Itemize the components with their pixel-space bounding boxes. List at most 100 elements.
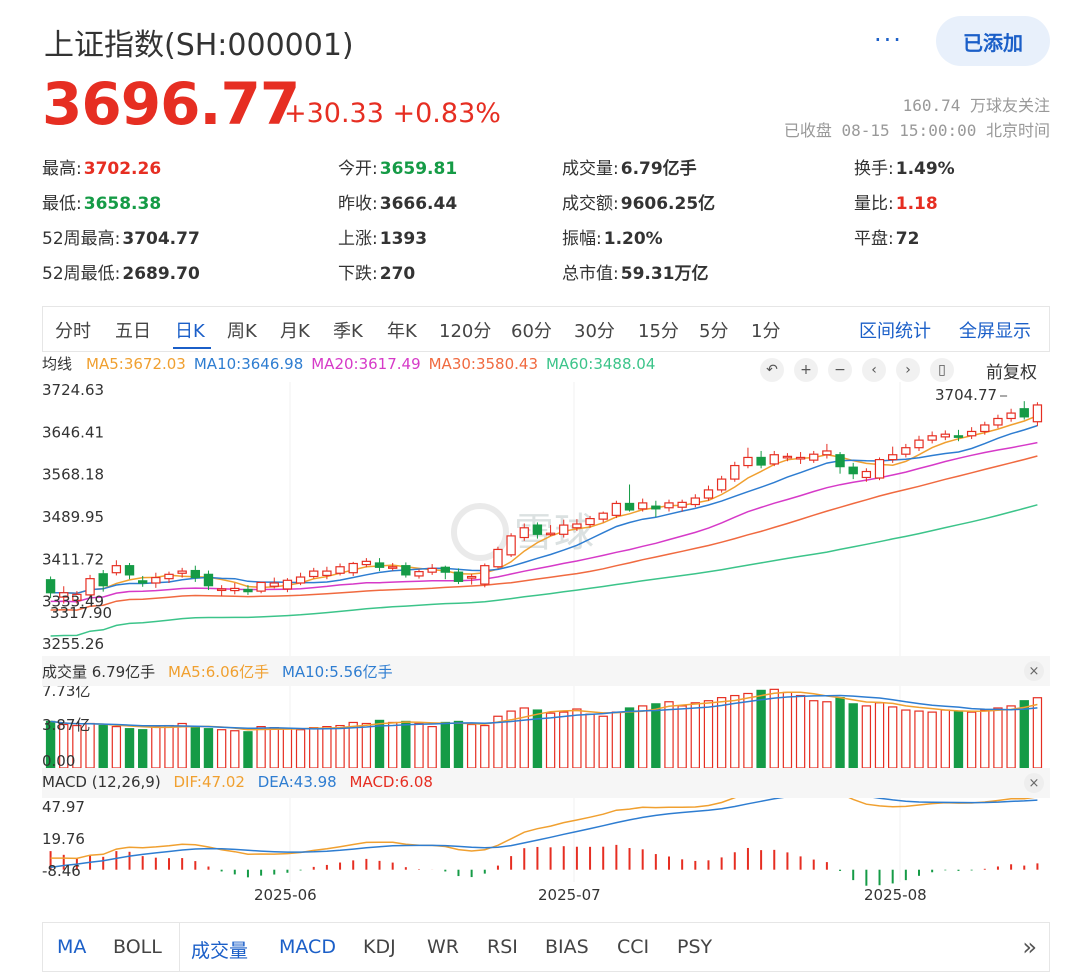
candle-body <box>888 454 898 461</box>
indicator-tab[interactable]: CCI <box>617 936 649 958</box>
volume-bar <box>809 700 819 769</box>
candle-body <box>848 466 858 475</box>
candle-body <box>45 579 56 594</box>
kline-chart[interactable]: 雪球3724.633646.413568.183489.953411.72333… <box>42 382 1050 912</box>
indicator-tab[interactable]: MACD <box>279 936 336 958</box>
added-watchlist-button[interactable]: 已添加 <box>936 16 1050 66</box>
volume-bar <box>822 701 832 769</box>
next-icon[interactable]: › <box>896 358 920 382</box>
tab-period[interactable]: 1分 <box>751 317 780 343</box>
macd-dif: DIF:47.02 <box>173 773 245 791</box>
volume-bar <box>638 705 648 769</box>
stat-label: 昨收: <box>338 194 378 214</box>
ma-legend: 均线 MA5:3672.03 MA10:3646.98 MA20:3617.49 MA3… <box>42 353 663 374</box>
volume-bar <box>151 726 161 769</box>
tab-period[interactable]: 30分 <box>574 317 615 343</box>
tab-period[interactable]: 日K <box>175 317 205 343</box>
volume-bar <box>756 689 766 769</box>
indicator-tab[interactable]: PSY <box>677 936 712 958</box>
candle-body <box>611 502 622 516</box>
indicator-tab[interactable]: WR <box>427 936 459 958</box>
candle-body <box>835 454 845 468</box>
volume-bar <box>769 688 779 769</box>
candle-body <box>309 570 319 578</box>
candle-body <box>480 565 490 585</box>
stat-value: 6.79亿手 <box>620 159 697 179</box>
stat-value: 72 <box>895 229 920 249</box>
fullscreen-button[interactable]: 全屏显示 <box>959 317 1031 343</box>
volume-bar <box>322 726 332 769</box>
period-tabs: 分时 五日 日K 周K 月K 季K 年K 120分 60分 30分 15分 5分 1分 区间统计 全屏显示 <box>42 306 1050 352</box>
candle-body <box>559 524 569 535</box>
volume-bar <box>124 728 135 769</box>
close-volume-icon[interactable]: × <box>1024 661 1044 681</box>
price-tick: 3724.63 <box>42 382 104 399</box>
adjust-mode-button[interactable]: 前复权 <box>986 358 1037 383</box>
volume-bar <box>888 706 898 769</box>
tab-period[interactable]: 五日 <box>115 317 151 343</box>
undo-icon[interactable]: ↶ <box>760 358 784 382</box>
candle-body <box>703 489 714 499</box>
candle-body <box>598 512 608 520</box>
candle-body <box>585 517 595 526</box>
tab-period[interactable]: 月K <box>280 317 310 343</box>
indicator-tab[interactable]: KDJ <box>363 936 396 958</box>
tab-period[interactable]: 5分 <box>699 317 728 343</box>
zoom-out-icon[interactable]: − <box>828 358 852 382</box>
stat-value: 3704.77 <box>122 229 200 249</box>
volume-bar <box>1006 705 1016 769</box>
close-macd-icon[interactable]: × <box>1024 773 1044 793</box>
indicator-tab[interactable]: BOLL <box>113 936 162 958</box>
candle-body <box>243 588 253 593</box>
volume-bar <box>559 711 569 769</box>
stat-label: 成交量: <box>562 159 619 179</box>
tab-period[interactable]: 15分 <box>638 317 679 343</box>
followers-count: 160.74 万球友关注 <box>902 96 1050 115</box>
indicator-tab[interactable]: BIAS <box>545 936 589 958</box>
tab-period[interactable]: 季K <box>333 317 363 343</box>
stat-label: 最低: <box>42 194 82 214</box>
candle-body <box>545 532 556 536</box>
candle-body <box>124 565 135 576</box>
tab-period[interactable]: 年K <box>387 317 417 343</box>
candle-body <box>427 567 437 573</box>
chart-toolbar: ↶ + − ‹ › ▯ <box>760 358 954 382</box>
volume-bar <box>690 702 700 769</box>
ma-value: MA10:3646.98 <box>193 355 304 373</box>
indicator-tab[interactable]: MA <box>57 936 86 958</box>
candle-body <box>927 435 937 441</box>
volume-bar <box>361 722 372 769</box>
candle-body <box>914 439 924 449</box>
candle-body <box>453 571 464 582</box>
indicator-tab[interactable]: RSI <box>487 936 518 958</box>
candle-body <box>164 573 174 580</box>
volume-bar <box>664 701 674 769</box>
volume-bar <box>466 723 477 769</box>
interval-stats-button[interactable]: 区间统计 <box>859 317 931 343</box>
candle-body <box>98 573 108 587</box>
candle-body <box>993 417 1003 426</box>
candle-body <box>506 535 516 556</box>
volume-bar <box>164 724 174 769</box>
macd-value: MACD:6.08 <box>349 773 433 791</box>
stat-label: 平盘: <box>854 229 894 249</box>
volume-bar <box>743 692 753 769</box>
zoom-in-icon[interactable]: + <box>794 358 818 382</box>
stat-item: 量比: 1.18 <box>854 189 938 214</box>
tab-period[interactable]: 分时 <box>55 317 91 343</box>
volume-bar <box>572 708 582 769</box>
candle-icon[interactable]: ▯ <box>930 358 954 382</box>
volume-bar <box>348 721 358 769</box>
tab-period[interactable]: 60分 <box>511 317 552 343</box>
candle-body <box>203 573 214 587</box>
chevron-right-icon[interactable]: » <box>1022 933 1037 961</box>
prev-icon[interactable]: ‹ <box>862 358 886 382</box>
candle-body <box>782 455 793 459</box>
candle-body <box>295 576 306 584</box>
volume-bar <box>216 729 227 769</box>
indicator-tab[interactable]: 成交量 <box>191 936 248 963</box>
tab-period[interactable]: 周K <box>227 317 257 343</box>
tab-period[interactable]: 120分 <box>439 317 491 343</box>
stat-item: 最高: 3702.26 <box>42 154 161 179</box>
more-icon[interactable]: ··· <box>874 26 903 54</box>
